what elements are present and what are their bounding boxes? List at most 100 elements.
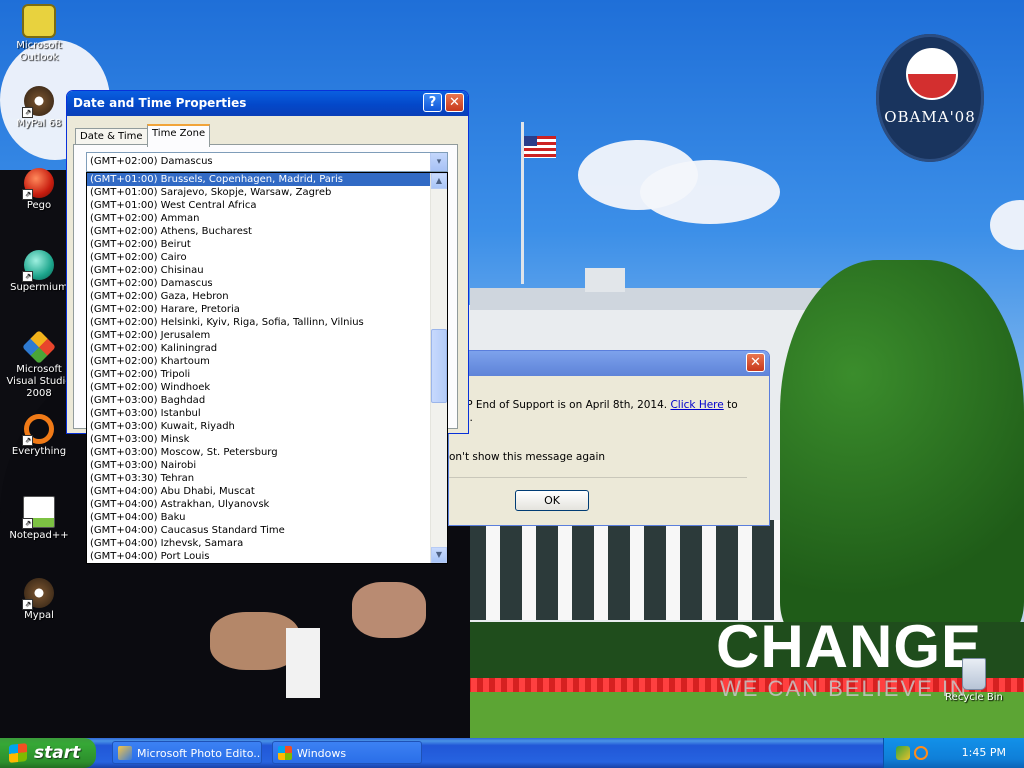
timezone-option[interactable]: (GMT+02:00) Tripoli: [87, 368, 432, 381]
taskbar-button-label: Windows: [297, 747, 347, 760]
clock[interactable]: 1:45 PM: [962, 738, 1006, 768]
recycle-bin-icon: [962, 658, 986, 690]
cloud: [990, 200, 1024, 250]
notepadpp-icon: ↗: [22, 496, 55, 529]
close-button[interactable]: ✕: [746, 353, 765, 372]
timezone-option[interactable]: (GMT+02:00) Gaza, Hebron: [87, 290, 432, 303]
everything-icon: ↗: [22, 414, 54, 446]
timezone-dropdown-list[interactable]: (GMT+01:00) Brussels, Copenhagen, Madrid…: [86, 172, 448, 564]
help-icon: ?: [428, 95, 437, 110]
timezone-option[interactable]: (GMT+03:30) Tehran: [87, 472, 432, 485]
raccoon-icon: ↗: [22, 578, 54, 610]
raccoon-icon: ↗: [22, 86, 54, 118]
desktop-icon-outlook[interactable]: Microsoft Outlook: [1, 4, 77, 64]
timezone-option[interactable]: (GMT+01:00) Brussels, Copenhagen, Madrid…: [87, 173, 432, 186]
scroll-down-button[interactable]: ▼: [431, 547, 447, 563]
desktop-icon-recycle-bin[interactable]: Recycle Bin: [936, 658, 1012, 704]
supermium-icon: ↗: [22, 250, 54, 282]
windows-logo-icon: [278, 746, 292, 760]
dont-show-again-checkbox[interactable]: on't show this message again: [449, 451, 605, 463]
dropdown-scrollbar[interactable]: ▲ ▼: [430, 173, 447, 563]
support-message-window: ✕ XP End of Support is on April 8th, 201…: [448, 350, 770, 526]
chevron-down-icon[interactable]: ▾: [430, 153, 447, 171]
white-house-columns: [450, 520, 780, 620]
timezone-option[interactable]: (GMT+02:00) Jerusalem: [87, 329, 432, 342]
support-message-text-start: XP End of Support is on April 8th, 2014.: [459, 399, 671, 411]
support-message-titlebar[interactable]: ✕: [449, 351, 769, 376]
dialog-titlebar[interactable]: Date and Time Properties ? ✕: [67, 91, 468, 116]
timezone-option[interactable]: (GMT+04:00) Abu Dhabi, Muscat: [87, 485, 432, 498]
pego-icon: ↗: [22, 168, 54, 200]
taskbar: start Microsoft Photo Edito... Windows 1…: [0, 738, 1024, 768]
campaign-logo-text: OBAMA'08: [884, 108, 976, 126]
timezone-option[interactable]: (GMT+02:00) Chisinau: [87, 264, 432, 277]
figure-cuff: [286, 628, 320, 698]
timezone-option[interactable]: (GMT+02:00) Amman: [87, 212, 432, 225]
timezone-option[interactable]: (GMT+02:00) Harare, Pretoria: [87, 303, 432, 316]
support-message-text: XP End of Support is on April 8th, 2014.…: [459, 399, 759, 425]
tab-time-zone[interactable]: Time Zone: [147, 124, 211, 147]
taskbar-button-label: Microsoft Photo Edito...: [137, 747, 262, 760]
timezone-option[interactable]: (GMT+03:00) Minsk: [87, 433, 432, 446]
desktop-icon-label: Microsoft Visual Studio 2008: [6, 364, 72, 399]
us-flag: [524, 136, 556, 158]
timezone-option[interactable]: (GMT+01:00) Sarajevo, Skopje, Warsaw, Za…: [87, 186, 432, 199]
scroll-up-button[interactable]: ▲: [431, 173, 447, 189]
figure-hand: [352, 582, 426, 638]
outlook-icon: [22, 4, 56, 38]
desktop-icon-label: Supermium: [10, 282, 68, 293]
help-button[interactable]: ?: [423, 93, 442, 112]
timezone-option[interactable]: (GMT+01:00) West Central Africa: [87, 199, 432, 212]
timezone-option[interactable]: (GMT+02:00) Windhoek: [87, 381, 432, 394]
click-here-link[interactable]: Click Here: [670, 399, 723, 411]
taskbar-button-windows[interactable]: Windows: [272, 741, 422, 764]
desktop-icon-label: Recycle Bin: [945, 692, 1003, 703]
timezone-select[interactable]: (GMT+02:00) Damascus ▾: [86, 152, 448, 172]
timezone-option[interactable]: (GMT+03:00) Istanbul: [87, 407, 432, 420]
timezone-option[interactable]: (GMT+02:00) Damascus: [87, 277, 432, 290]
network-icon[interactable]: [896, 746, 910, 760]
timezone-option[interactable]: (GMT+02:00) Helsinki, Kyiv, Riga, Sofia,…: [87, 316, 432, 329]
desktop-icon-label: Notepad++: [9, 530, 69, 541]
scroll-thumb[interactable]: [431, 329, 447, 403]
close-icon: ✕: [750, 355, 761, 370]
timezone-option[interactable]: (GMT+02:00) Kaliningrad: [87, 342, 432, 355]
dont-show-again-label: on't show this message again: [449, 451, 606, 463]
timezone-option[interactable]: (GMT+02:00) Khartoum: [87, 355, 432, 368]
cloud: [640, 160, 780, 224]
desktop-icon-label: Mypal: [24, 610, 54, 621]
timezone-option[interactable]: (GMT+04:00) Baku: [87, 511, 432, 524]
timezone-options: (GMT+01:00) Brussels, Copenhagen, Madrid…: [87, 173, 432, 563]
support-message-text-end: to: [723, 399, 738, 411]
timezone-option[interactable]: (GMT+03:00) Kuwait, Riyadh: [87, 420, 432, 433]
timezone-option[interactable]: (GMT+02:00) Athens, Bucharest: [87, 225, 432, 238]
timezone-option[interactable]: (GMT+02:00) Beirut: [87, 238, 432, 251]
taskbar-button-photo-editor[interactable]: Microsoft Photo Edito...: [112, 741, 262, 764]
timezone-option[interactable]: (GMT+03:00) Nairobi: [87, 459, 432, 472]
campaign-logo: OBAMA'08: [876, 34, 984, 162]
white-house-cupola: [585, 268, 625, 292]
dialog-title: Date and Time Properties: [73, 96, 247, 110]
divider: [449, 477, 747, 478]
close-button[interactable]: ✕: [445, 93, 464, 112]
desktop-icon-mypal[interactable]: ↗ Mypal: [1, 578, 77, 622]
start-label: start: [34, 743, 81, 763]
timezone-option[interactable]: (GMT+03:00) Moscow, St. Petersburg: [87, 446, 432, 459]
desktop-icon-notepadpp[interactable]: ↗ Notepad++: [1, 496, 77, 542]
search-icon[interactable]: [914, 746, 928, 760]
start-button[interactable]: start: [0, 738, 96, 768]
ok-button[interactable]: OK: [515, 490, 589, 511]
timezone-select-value: (GMT+02:00) Damascus: [90, 156, 213, 167]
photo-editor-icon: [118, 746, 132, 760]
timezone-option[interactable]: (GMT+04:00) Caucasus Standard Time: [87, 524, 432, 537]
system-tray: 1:45 PM: [883, 738, 1024, 768]
timezone-option[interactable]: (GMT+02:00) Cairo: [87, 251, 432, 264]
campaign-logo-emblem: [906, 48, 958, 100]
timezone-option[interactable]: (GMT+03:00) Baghdad: [87, 394, 432, 407]
timezone-option[interactable]: (GMT+04:00) Port Louis: [87, 550, 432, 563]
timezone-option[interactable]: (GMT+04:00) Izhevsk, Samara: [87, 537, 432, 550]
desktop-icon-label: MyPal 68: [16, 118, 62, 129]
timezone-option[interactable]: (GMT+04:00) Astrakhan, Ulyanovsk: [87, 498, 432, 511]
support-message-body: XP End of Support is on April 8th, 2014.…: [449, 377, 769, 525]
wallpaper-subheadline: WE CAN BELIEVE IN: [720, 676, 968, 701]
